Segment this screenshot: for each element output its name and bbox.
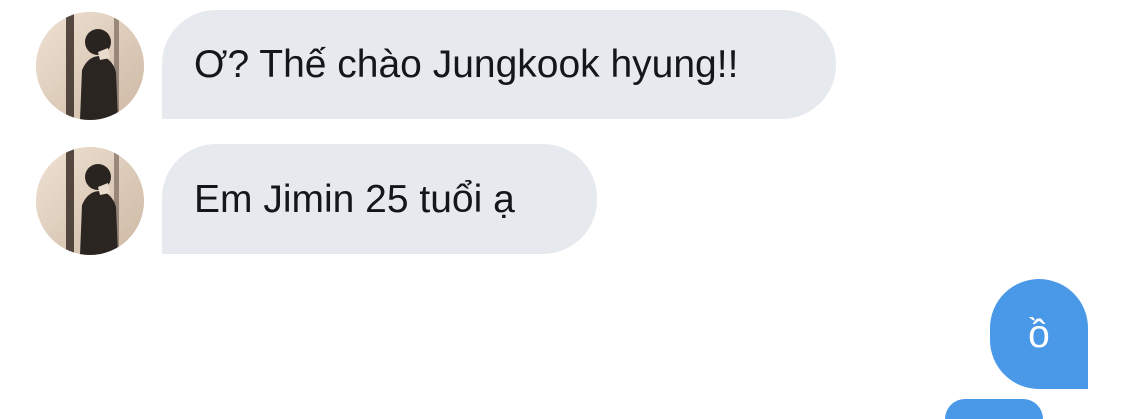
- avatar-photo-icon: [36, 12, 144, 120]
- incoming-message-bubble[interactable]: Em Jimin 25 tuổi ạ: [162, 144, 597, 254]
- outgoing-message-bubble-partial[interactable]: [945, 399, 1043, 419]
- sender-avatar[interactable]: [36, 147, 144, 255]
- incoming-message-bubble[interactable]: Ơ? Thế chào Jungkook hyung!!: [162, 10, 836, 119]
- message-text: Em Jimin 25 tuổi ạ: [194, 177, 515, 221]
- sender-avatar[interactable]: [36, 12, 144, 120]
- message-text: ồ: [1028, 312, 1050, 356]
- message-text: Ơ? Thế chào Jungkook hyung!!: [194, 43, 739, 86]
- avatar-photo-icon: [36, 147, 144, 255]
- outgoing-message-bubble[interactable]: ồ: [990, 279, 1088, 389]
